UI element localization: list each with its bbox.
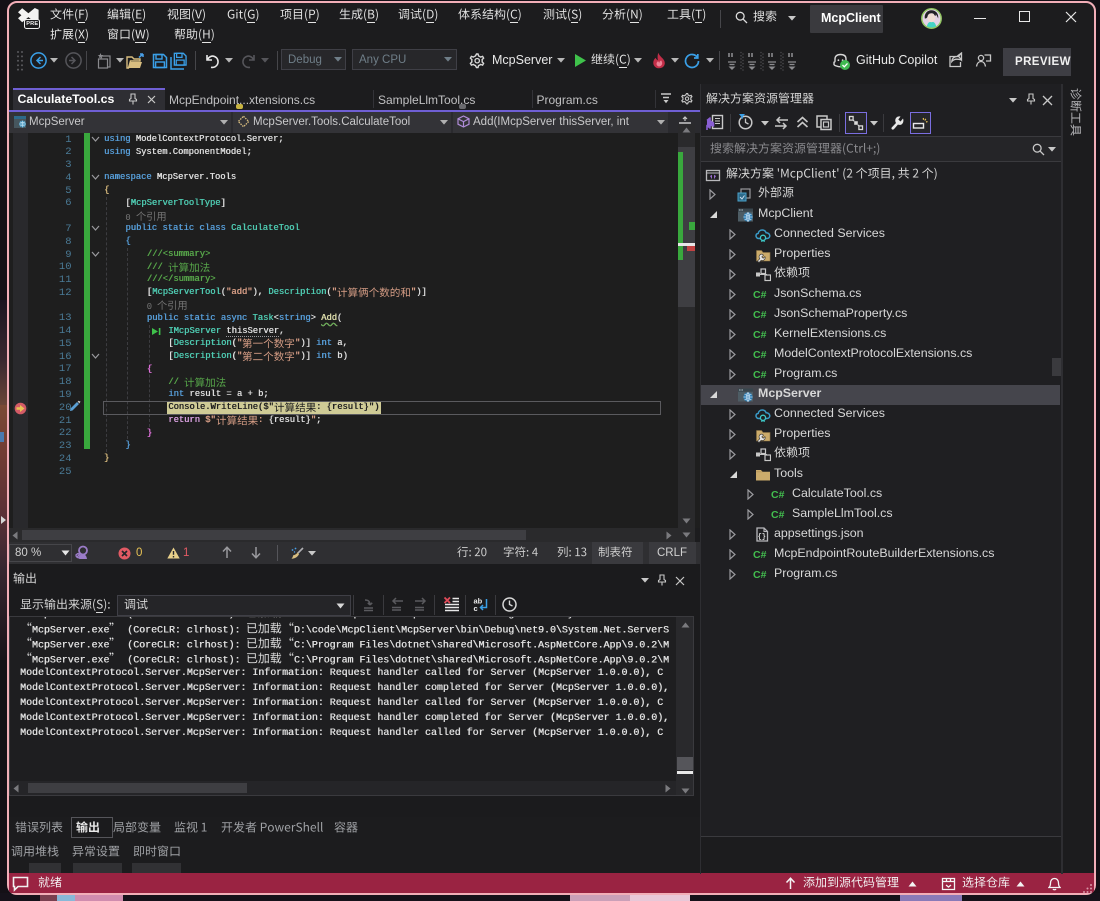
- svg-text:c: c: [474, 604, 478, 612]
- svg-text:{}: {}: [758, 534, 766, 542]
